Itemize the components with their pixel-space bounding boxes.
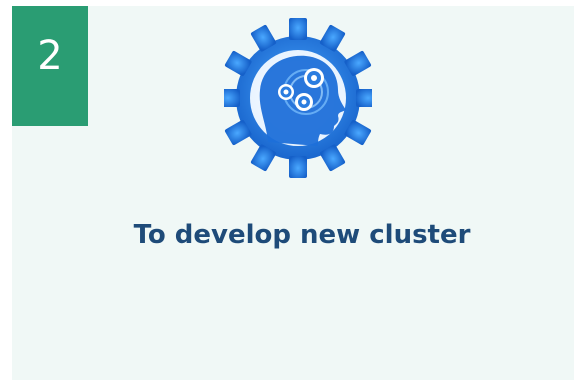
step-number-badge: 2 <box>12 6 88 126</box>
slide: 2 To develop new cluster <box>0 0 584 392</box>
card-title: To develop new cluster <box>133 220 471 250</box>
gear-head-icon <box>218 14 378 194</box>
